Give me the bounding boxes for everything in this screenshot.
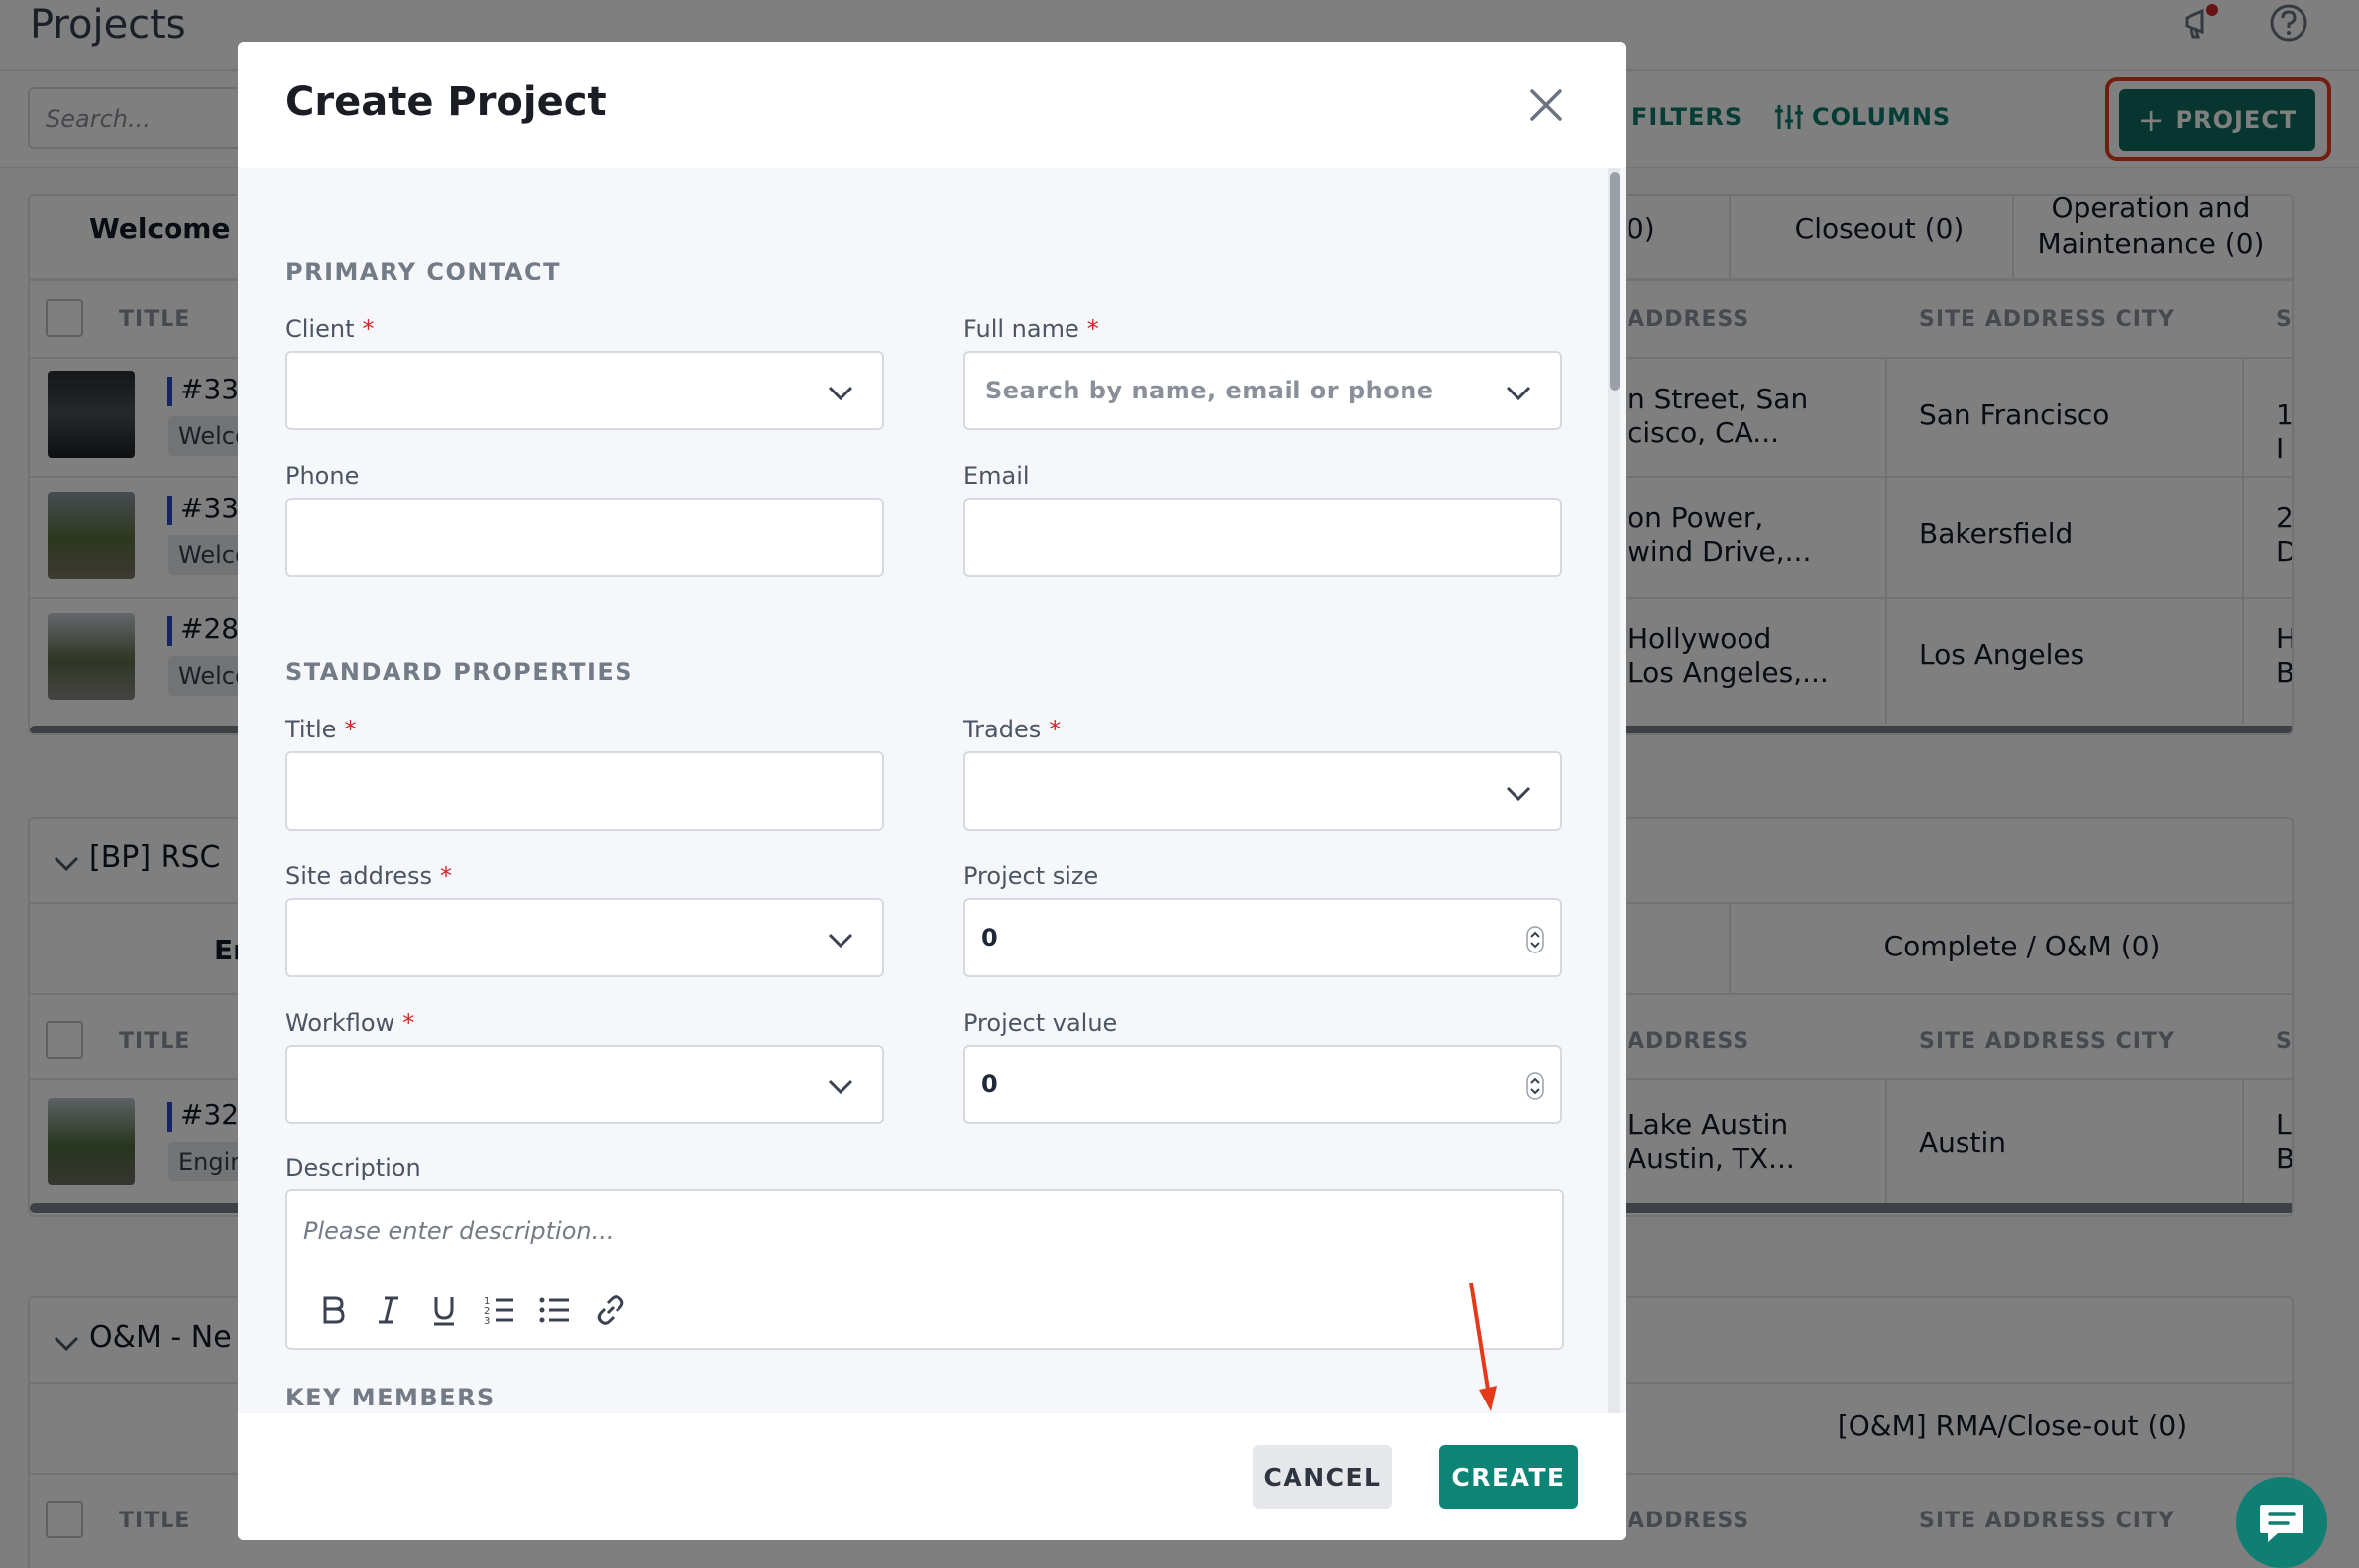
trades-label: Trades * bbox=[963, 716, 1061, 743]
email-label: Email bbox=[963, 462, 1030, 490]
chevron-down-icon bbox=[828, 933, 853, 949]
ordered-list-icon[interactable]: 123 bbox=[482, 1292, 517, 1328]
workflow-label: Workflow * bbox=[285, 1009, 414, 1037]
title-label-text: Title bbox=[285, 716, 337, 743]
required-mark: * bbox=[440, 862, 452, 890]
modal-header: Create Project bbox=[238, 42, 1626, 168]
phone-field[interactable] bbox=[285, 498, 884, 577]
project-size-value: 0 bbox=[981, 924, 998, 952]
modal-footer: CANCEL CREATE bbox=[238, 1413, 1626, 1540]
bold-icon[interactable] bbox=[315, 1292, 351, 1328]
client-label: Client * bbox=[285, 315, 374, 343]
fullname-label-text: Full name bbox=[963, 315, 1079, 343]
client-label-text: Client bbox=[285, 315, 355, 343]
title-label: Title * bbox=[285, 716, 356, 743]
link-icon[interactable] bbox=[593, 1292, 628, 1328]
required-mark: * bbox=[402, 1009, 415, 1037]
project-value-label: Project value bbox=[963, 1009, 1118, 1037]
underline-icon[interactable] bbox=[426, 1292, 462, 1328]
primary-contact-heading: PRIMARY CONTACT bbox=[285, 258, 562, 285]
stepper-icon[interactable] bbox=[1526, 1072, 1544, 1100]
description-label: Description bbox=[285, 1154, 421, 1181]
workflow-label-text: Workflow bbox=[285, 1009, 395, 1037]
modal-title: Create Project bbox=[285, 79, 607, 125]
stepper-icon[interactable] bbox=[1526, 926, 1544, 953]
create-button[interactable]: CREATE bbox=[1439, 1445, 1578, 1509]
project-value-field[interactable]: 0 bbox=[963, 1045, 1562, 1124]
client-select[interactable] bbox=[285, 351, 884, 430]
modal-body: PRIMARY CONTACT Client * Full name * Searc… bbox=[238, 168, 1626, 1413]
standard-properties-heading: STANDARD PROPERTIES bbox=[285, 658, 634, 686]
create-project-modal: Create Project PRIMARY CONTACT Client * F… bbox=[238, 42, 1626, 1540]
project-size-field[interactable]: 0 bbox=[963, 898, 1562, 977]
project-size-label: Project size bbox=[963, 862, 1099, 890]
fullname-placeholder: Search by name, email or phone bbox=[985, 377, 1434, 404]
chevron-down-icon bbox=[1506, 386, 1531, 401]
chevron-down-icon bbox=[1506, 786, 1531, 802]
fullname-label: Full name * bbox=[963, 315, 1099, 343]
chat-button[interactable] bbox=[2236, 1477, 2327, 1568]
close-icon[interactable] bbox=[1528, 87, 1564, 123]
site-address-select[interactable] bbox=[285, 898, 884, 977]
description-editor[interactable]: Please enter description... 123 bbox=[285, 1189, 1564, 1350]
project-value-value: 0 bbox=[981, 1070, 998, 1098]
modal-scrollbar-thumb[interactable] bbox=[1610, 172, 1620, 391]
trades-select[interactable] bbox=[963, 751, 1562, 831]
description-placeholder: Please enter description... bbox=[303, 1217, 615, 1245]
required-mark: * bbox=[1086, 315, 1099, 343]
title-field[interactable] bbox=[285, 751, 884, 831]
required-mark: * bbox=[362, 315, 375, 343]
required-mark: * bbox=[344, 716, 357, 743]
email-field[interactable] bbox=[963, 498, 1562, 577]
svg-text:3: 3 bbox=[484, 1316, 490, 1327]
chevron-down-icon bbox=[828, 1079, 853, 1095]
site-address-label: Site address * bbox=[285, 862, 452, 890]
site-address-label-text: Site address bbox=[285, 862, 432, 890]
phone-label: Phone bbox=[285, 462, 360, 490]
key-members-heading: KEY MEMBERS bbox=[285, 1384, 496, 1411]
chevron-down-icon bbox=[828, 386, 853, 401]
bullet-list-icon[interactable] bbox=[537, 1292, 573, 1328]
workflow-select[interactable] bbox=[285, 1045, 884, 1124]
trades-label-text: Trades bbox=[963, 716, 1042, 743]
italic-icon[interactable] bbox=[371, 1292, 406, 1328]
annotation-arrow bbox=[1469, 1282, 1497, 1411]
chat-icon bbox=[2260, 1505, 2303, 1542]
cancel-button[interactable]: CANCEL bbox=[1253, 1445, 1392, 1509]
fullname-select[interactable]: Search by name, email or phone bbox=[963, 351, 1562, 430]
required-mark: * bbox=[1049, 716, 1062, 743]
